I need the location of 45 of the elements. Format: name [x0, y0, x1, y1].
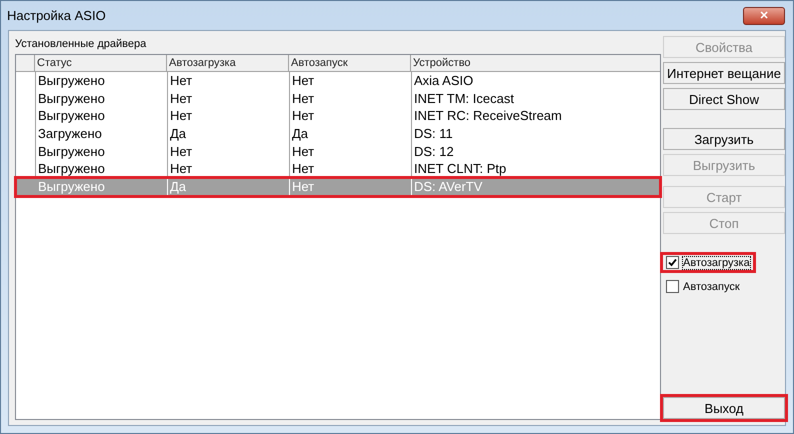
table-cell: Выгружено — [36, 142, 168, 160]
exit-button[interactable]: Выход — [663, 397, 785, 419]
column-header[interactable]: Статус — [35, 55, 167, 72]
table-cell-text: Axia ASIO — [413, 72, 474, 90]
checkbox[interactable] — [666, 256, 679, 269]
table-cell: Выгружено — [36, 90, 168, 108]
column-header[interactable]: Автозагрузка — [167, 55, 289, 72]
table-cell: Нет — [168, 142, 290, 160]
section-label: Установленные драйвера — [15, 38, 148, 52]
table-cell-text: DS: AVerTV — [413, 178, 484, 196]
table-cell: Нет — [168, 90, 290, 108]
action-button[interactable]: Загрузить — [663, 128, 785, 150]
table-cell: Выгружено — [36, 72, 168, 90]
table-row[interactable]: Загружено Да Да DS: 11 — [16, 125, 660, 143]
column-header[interactable]: Устройство — [411, 55, 660, 72]
checkbox-label[interactable]: Автозагрузка — [683, 256, 750, 268]
action-button[interactable]: Direct Show — [663, 88, 785, 110]
table-cell: Нет — [290, 90, 412, 108]
table-row[interactable]: Выгружено Нет Нет DS: 12 — [16, 142, 660, 160]
table-cell-text: INET RC: ReceiveStream — [413, 107, 563, 126]
checkbox[interactable] — [666, 280, 679, 293]
table-cell: Выгружено — [36, 178, 168, 196]
table-cell: Да — [168, 178, 290, 196]
table-cell: Нет — [290, 72, 412, 90]
table-row[interactable]: Выгружено Нет Нет INET RC: ReceiveStream — [16, 107, 660, 126]
action-button[interactable]: Интернет вещание — [663, 62, 785, 84]
table-cell: Нет — [290, 107, 412, 126]
table-cell-text: INET TM: Icecast — [413, 90, 515, 108]
table-cell: Нет — [168, 107, 290, 126]
header-corner — [16, 55, 35, 72]
checkbox-label[interactable]: Автозапуск — [683, 280, 740, 292]
table-cell: Да — [168, 125, 290, 143]
table-cell: Нет — [290, 178, 412, 196]
table-cell: Выгружено — [36, 107, 168, 126]
table-row[interactable]: Выгружено Нет Нет INET TM: Icecast — [16, 90, 660, 108]
table-cell: Загружено — [36, 125, 168, 143]
table-cell: Нет — [168, 72, 290, 90]
table-cell: Нет — [290, 142, 412, 160]
column-header[interactable]: Автозапуск — [289, 55, 411, 72]
table-cell-text: DS: 11 — [413, 125, 454, 143]
table-cell: Да — [290, 125, 412, 143]
table-row[interactable]: Выгружено Нет Нет Axia ASIO — [16, 72, 660, 90]
window-title: Настройка ASIO — [7, 8, 106, 23]
table-cell-text: DS: 12 — [413, 142, 455, 160]
table-cell-text: INET CLNT: Ptp — [413, 160, 508, 178]
